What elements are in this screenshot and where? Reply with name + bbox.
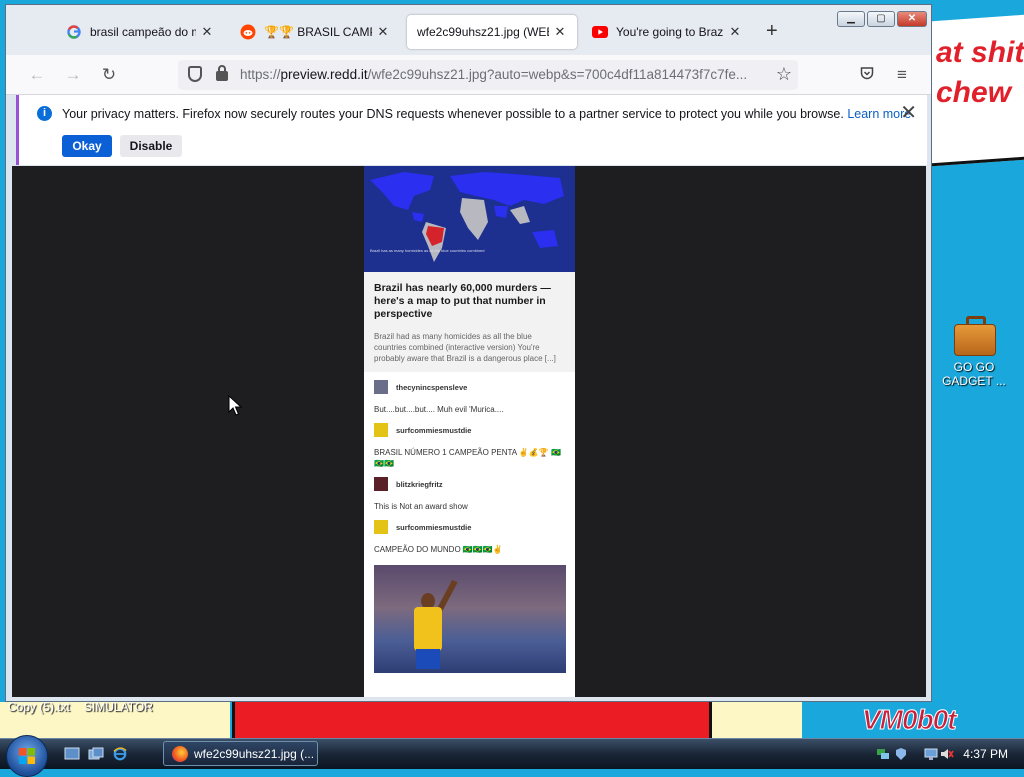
- comment-user: blitzkriegfritz: [396, 479, 443, 489]
- lock-icon[interactable]: [216, 65, 228, 81]
- comment: thecynincspensleve But....but....but....…: [364, 372, 575, 415]
- notification-message: Your privacy matters. Firefox now secure…: [62, 107, 912, 121]
- close-window-icon[interactable]: ✕: [897, 11, 927, 27]
- taskbar-clock[interactable]: 4:37 PM: [963, 747, 1008, 761]
- firefox-icon: [172, 745, 188, 762]
- comment: surfcommiesmustdie CAMPEÃO DO MUNDO 🇧🇷🇧🇷…: [364, 512, 575, 555]
- taskbar-firefox-button[interactable]: wfe2c99uhsz21.jpg (...: [163, 741, 318, 766]
- minimize-icon[interactable]: ▁: [837, 11, 865, 27]
- article-title: Brazil has nearly 60,000 murders — here'…: [374, 282, 551, 320]
- comment-text: CAMPEÃO DO MUNDO 🇧🇷🇧🇷🇧🇷✌️: [374, 545, 503, 554]
- taskbar: wfe2c99uhsz21.jpg (... 4:37 PM: [0, 735, 1024, 777]
- close-tab-icon[interactable]: ✕: [200, 24, 214, 40]
- map-caption: Brazil has as many homicides as all the …: [370, 248, 485, 253]
- celebration-photo: [374, 565, 566, 673]
- new-tab-plus-icon[interactable]: +: [766, 21, 778, 41]
- firefox-window: brasil campeão do mu ✕ 🏆🏆 BRASIL CAMPEÃO…: [5, 4, 932, 702]
- pocket-icon[interactable]: [856, 64, 878, 86]
- wallpaper-text-line2: chew: [936, 76, 1012, 109]
- youtube-icon: [592, 24, 608, 40]
- close-tab-icon[interactable]: ✕: [728, 24, 742, 40]
- tab-title: brasil campeão do mu: [90, 25, 196, 39]
- avatar: [374, 423, 388, 437]
- tab-title: 🏆🏆 BRASIL CAMPEÃO: [264, 25, 372, 39]
- avatar: [374, 380, 388, 394]
- close-notification-icon[interactable]: ✕: [900, 103, 917, 123]
- show-desktop-icon[interactable]: [64, 747, 80, 761]
- desktop-file-label[interactable]: Copy (5).txt: [8, 700, 70, 714]
- internet-explorer-icon[interactable]: [112, 747, 128, 761]
- article-description: Brazil had as many homicides as all the …: [374, 332, 556, 363]
- system-tray: 4:37 PM: [868, 739, 1024, 769]
- tab-youtube[interactable]: You're going to Brazil ✕: [582, 15, 752, 49]
- tab-title: wfe2c99uhsz21.jpg (WEBP: [417, 25, 549, 39]
- avatar: [374, 477, 388, 491]
- comment-text: BRASIL NÚMERO 1 CAMPEÃO PENTA ✌️💰🏆 🇧🇷🇧🇷🇧…: [374, 448, 561, 468]
- comment-user: surfcommiesmustdie: [396, 425, 472, 435]
- tab-reddit[interactable]: 🏆🏆 BRASIL CAMPEÃO ✕: [230, 15, 400, 49]
- wallpaper-signature: VM0b0t: [862, 704, 958, 736]
- taskbar-button-label: wfe2c99uhsz21.jpg (...: [194, 746, 315, 761]
- article-card: Brazil has nearly 60,000 murders — here'…: [364, 272, 575, 372]
- tab-strip: brasil campeão do mu ✕ 🏆🏆 BRASIL CAMPEÃO…: [6, 5, 931, 55]
- screenshot-image[interactable]: Brazil has as many homicides as all the …: [364, 166, 575, 697]
- comment-user: thecynincspensleve: [396, 382, 468, 392]
- disable-button[interactable]: Disable: [120, 135, 182, 157]
- image-viewport: Brazil has as many homicides as all the …: [12, 166, 926, 697]
- display-icon[interactable]: [924, 747, 938, 761]
- okay-button[interactable]: Okay: [62, 135, 112, 157]
- close-tab-icon[interactable]: ✕: [376, 24, 390, 40]
- windows-logo-icon: [19, 748, 35, 764]
- desktop-icon-gadget-label: GO GO GADGET ...: [942, 360, 1006, 388]
- tab-title: You're going to Brazil: [616, 25, 724, 39]
- tab-google-search[interactable]: brasil campeão do mu ✕: [56, 15, 224, 49]
- switch-windows-icon[interactable]: [88, 747, 104, 761]
- network-icon[interactable]: [876, 747, 890, 761]
- close-tab-icon[interactable]: ✕: [553, 24, 567, 40]
- forward-arrow-icon[interactable]: →: [62, 64, 84, 86]
- tracking-shield-icon[interactable]: [188, 66, 202, 82]
- volume-muted-icon[interactable]: [940, 747, 954, 761]
- back-arrow-icon[interactable]: ←: [26, 64, 48, 86]
- info-icon: i: [37, 106, 52, 121]
- wallpaper-text-line1: at shit: [936, 36, 1024, 69]
- comment-user: surfcommiesmustdie: [396, 522, 472, 532]
- reddit-icon: [240, 24, 256, 40]
- avatar: [374, 520, 388, 534]
- comment: surfcommiesmustdie BRASIL NÚMERO 1 CAMPE…: [364, 415, 575, 469]
- comment: blitzkriegfritz This is Not an award sho…: [364, 469, 575, 512]
- google-icon: [66, 24, 82, 40]
- address-bar[interactable]: https://preview.redd.it/wfe2c99uhsz21.jp…: [178, 60, 798, 90]
- tab-image-preview[interactable]: wfe2c99uhsz21.jpg (WEBP ✕: [407, 15, 577, 49]
- mouse-cursor-icon: [228, 395, 242, 416]
- url-text[interactable]: https://preview.redd.it/wfe2c99uhsz21.jp…: [240, 67, 760, 82]
- navigation-toolbar: ← → ↻ https://preview.redd.it/wfe2c99uhs…: [6, 55, 931, 95]
- world-map-image: Brazil has as many homicides as all the …: [364, 166, 575, 272]
- privacy-notification-bar: i Your privacy matters. Firefox now secu…: [16, 95, 927, 165]
- desktop-icon-gadget[interactable]: GO GO GADGET ...: [940, 316, 1008, 388]
- start-button[interactable]: [6, 735, 48, 777]
- comment-text: This is Not an award show: [374, 502, 468, 511]
- maximize-icon[interactable]: ▢: [867, 11, 895, 27]
- briefcase-icon: [954, 316, 996, 356]
- comment-text: But....but....but.... Muh evil 'Murica..…: [374, 405, 504, 414]
- bookmark-star-icon[interactable]: ☆: [776, 64, 792, 85]
- hamburger-menu-icon[interactable]: ≡: [891, 64, 913, 86]
- security-center-icon[interactable]: [894, 747, 908, 761]
- desktop-file-label[interactable]: SIMULATOR: [84, 700, 153, 714]
- reload-icon[interactable]: ↻: [98, 64, 120, 86]
- window-controls: ▁ ▢ ✕: [837, 11, 927, 27]
